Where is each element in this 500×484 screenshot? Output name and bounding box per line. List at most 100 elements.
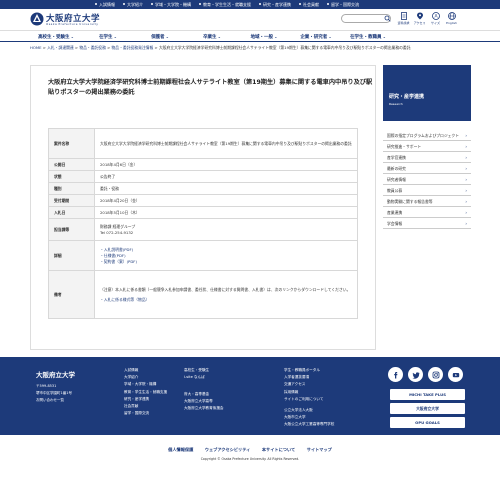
notes-text: （注意）本入札に係る書類（一般競争入札参加申請書、委任状、仕様書に対する質問書、… [100, 286, 351, 292]
breadcrumb-orders[interactable]: 物品・委託役務発注情報 [112, 45, 154, 50]
breadcrumb-goods[interactable]: 物品・委託役務 [79, 45, 106, 50]
gnav-item-prospective[interactable]: 高校生・受験生 [30, 31, 82, 42]
footer-link[interactable]: 社会貢献 [124, 403, 167, 410]
util-item-education[interactable]: 教育・学生生活・就職支援 [196, 0, 256, 9]
footer-link[interactable]: i-site なんば [184, 374, 209, 381]
footer-link[interactable]: サイトのご利用について [284, 396, 323, 403]
footer-link[interactable]: 大阪市立大学 [284, 414, 334, 421]
gnav-item-parents[interactable]: 保護者 [134, 31, 186, 42]
util-item-about[interactable]: 大学紹介 [120, 0, 148, 9]
table-row: 備考 （注意）本入札に係る書類（一般競争入札参加申請書、委任状、仕様書に対する質… [48, 270, 358, 319]
table-cell: 大阪府立大学大学院経済学研究科博士前期課程社会人サテライト教室（第19期生）募集… [94, 128, 358, 159]
sidebar-item-collaboration[interactable]: 産学官連携 [383, 152, 471, 163]
table-row: 入札日 2018年5月10日（木） [48, 206, 358, 219]
util-item-admission[interactable]: 入試情報 [92, 0, 120, 9]
util-item-international[interactable]: 留学・国際交流 [324, 0, 364, 9]
twitter-icon[interactable] [408, 367, 423, 382]
sidebar-item-latest[interactable]: 最新の研究 [383, 163, 471, 174]
table-cell: 2018年4月6日（金） [94, 158, 358, 171]
footer-link[interactable]: 研究・産学連携 [124, 396, 167, 403]
table-row: 公開日 2018年4月6日（金） [48, 158, 358, 171]
footer-link[interactable]: 入試情報 [124, 367, 167, 374]
util-item-contribution[interactable]: 社会貢献 [296, 0, 324, 9]
footer-link[interactable]: 入学者選抜要項 [284, 374, 323, 381]
footer-link[interactable]: 大阪公立大学工業高等専門学校 [284, 421, 334, 428]
footer-link[interactable]: 学生・教職員ポータル [284, 367, 323, 374]
gnav-item-business[interactable]: 企業・研究者 [290, 31, 342, 42]
sidebar-item-animal[interactable]: 動物実験に関する報告書等 [383, 196, 471, 207]
page-title: 大阪府立大学大学院経済学研究科博士前期課程社会人サテライト教室（第19期生）募集… [48, 79, 373, 96]
footer-link[interactable]: 公立大学法人大阪 [284, 407, 334, 414]
table-header-cell: 状態 [48, 170, 95, 183]
request-button[interactable]: 資料請求 [396, 12, 411, 25]
footer-link[interactable]: 大阪府立大学教育後援会 [184, 405, 224, 412]
breadcrumb-procurement[interactable]: 入札・調達関連 [47, 45, 74, 50]
footer-link[interactable]: 留学・国際交流 [124, 410, 167, 417]
table-cell: （注意）本入札に係る書類（一般競争入札参加申請書、委任状、仕様書に対する質問書、… [94, 270, 358, 319]
twitter-glyph-icon [411, 371, 420, 379]
footer-col-5: 公立大学法人大阪 大阪市立大学 大阪公立大学工業高等専門学校 [284, 407, 334, 429]
table-row: 状態 公告終了 [48, 170, 358, 183]
table-header-cell: 種別 [48, 182, 95, 195]
youtube-icon[interactable] [448, 367, 463, 382]
globe-icon [447, 12, 456, 20]
footer-link[interactable]: 交通アクセス [284, 381, 323, 388]
document-link[interactable]: ・契約書（案）(PDF) [100, 259, 352, 265]
footer-link[interactable]: 大阪府立大学高専 [184, 398, 224, 405]
breadcrumb: HOME > 入札・調達関連 > 物品・委託役務 > 物品・委託役務発注情報 >… [30, 45, 411, 50]
global-nav: 高校生・受験生 在学生 保護者 卒業生 地域・一般 企業・研究者 在学生・教職員 [0, 30, 500, 42]
forms-link[interactable]: ・入札に係る様式等（物品） [100, 297, 352, 303]
privacy-link[interactable]: 個人情報保護 [168, 447, 193, 452]
accessibility-link[interactable]: ウェブアクセシビリティ [205, 447, 251, 452]
university-banner[interactable]: 大阪府立大学 [390, 403, 465, 414]
breadcrumb-home[interactable]: HOME [30, 45, 42, 50]
instagram-icon[interactable] [428, 367, 443, 382]
opu-goals-banner[interactable]: OPU GOALS [390, 417, 465, 428]
gnav-item-students[interactable]: 在学生 [82, 31, 134, 42]
footer-link[interactable]: 府大・高専基金 [184, 391, 224, 398]
table-row: 種別 委託・役務 [48, 182, 358, 195]
sidebar-item-programs[interactable]: 国際の指定プログラムおよびプロジェクト [383, 130, 471, 141]
sitemap-link[interactable]: サイトマップ [307, 447, 332, 452]
footer-link[interactable]: 大学紹介 [124, 374, 167, 381]
sidebar-item-industry[interactable]: 産業連携 [383, 207, 471, 218]
search-icon[interactable] [384, 15, 391, 22]
table-row: 案件名称 大阪府立大学大学院経済学研究科博士前期課程社会人サテライト教室（第19… [48, 128, 358, 159]
copyright: Copyright © Osaka Prefecture University.… [200, 457, 300, 461]
footer-col-2: 高校生・受験生 i-site なんば [184, 367, 209, 381]
footer-contact-link[interactable]: お問い合わせ一覧 [36, 397, 72, 404]
youtube-glyph-icon [452, 372, 459, 377]
util-item-research[interactable]: 研究・産学連携 [256, 0, 296, 9]
header-icon-group: 資料請求 アクセス A サイズ English [396, 12, 459, 25]
facebook-glyph-icon [393, 371, 397, 378]
about-site-link[interactable]: 本サイトについて [262, 447, 295, 452]
sidebar-item-support[interactable]: 研究推進・サポート [383, 141, 471, 152]
gnav-item-community[interactable]: 地域・一般 [238, 31, 290, 42]
sidebar-item-researchers[interactable]: 研究者情報 [383, 174, 471, 185]
access-button[interactable]: アクセス [412, 12, 427, 25]
document-links: ・入札説明書(PDF) ・仕様書(PDF) ・契約書（案）(PDF) [100, 247, 352, 265]
site-header: 大阪府立大学 Osaka Prefecture University 資料請求 … [0, 9, 500, 30]
university-logo-icon[interactable] [30, 12, 44, 26]
logo-subtext: Osaka Prefecture University [46, 22, 99, 26]
footer-link[interactable]: 高校生・受験生 [184, 367, 209, 374]
document-icon [400, 12, 407, 20]
michitake-banner[interactable]: MICHI TAKE PLUS [390, 389, 465, 400]
table-cell: 財務課 経理グループ Tel 072-254-9132 [94, 218, 358, 241]
facebook-icon[interactable] [388, 367, 403, 382]
sidebar-header[interactable]: 研究・産学連携 Research [383, 65, 471, 121]
footer-link[interactable]: 学域・大学院・機構 [124, 381, 167, 388]
font-size-button[interactable]: A サイズ [428, 12, 443, 25]
footer-link[interactable]: 教育・学生生活・就職支援 [124, 389, 167, 396]
table-header-cell: 入札日 [48, 206, 95, 219]
sidebar-item-recruitment[interactable]: 教員公募 [383, 185, 471, 196]
table-header-cell: 受付期間 [48, 194, 95, 207]
util-item-faculties[interactable]: 学域・大学院・機構 [148, 0, 196, 9]
gnav-item-alumni[interactable]: 卒業生 [186, 31, 238, 42]
sidebar-item-conference[interactable]: 学会情報 [383, 218, 471, 229]
footer-link[interactable]: 採用情報 [284, 389, 323, 396]
table-cell: ・入札説明書(PDF) ・仕様書(PDF) ・契約書（案）(PDF) [94, 240, 358, 271]
gnav-item-staff[interactable]: 在学生・教職員 [342, 31, 394, 42]
english-button[interactable]: English [444, 12, 459, 25]
utility-bar: 入試情報 大学紹介 学域・大学院・機構 教育・学生生活・就職支援 研究・産学連携… [0, 0, 500, 9]
